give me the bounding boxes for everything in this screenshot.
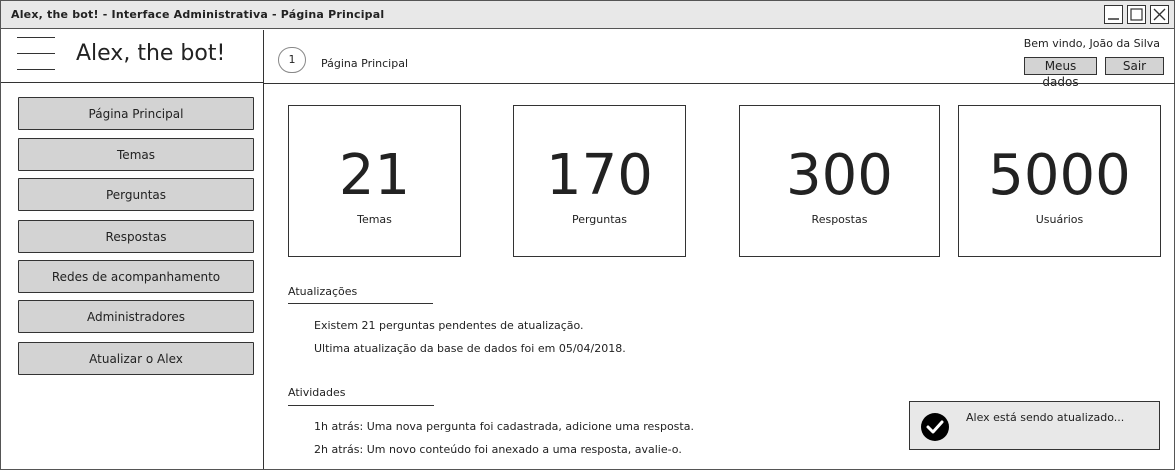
hamburger-icon[interactable]	[17, 37, 55, 71]
update-toast: Alex está sendo atualizado...	[909, 401, 1160, 450]
header-divider	[264, 83, 1175, 84]
app-window: Alex, the bot! - Interface Administrativ…	[0, 0, 1175, 470]
brand-title: Alex, the bot!	[76, 41, 226, 66]
toast-message: Alex está sendo atualizado...	[966, 411, 1125, 424]
minimize-button[interactable]	[1104, 5, 1123, 24]
maximize-button[interactable]	[1127, 5, 1146, 24]
activities-divider	[288, 405, 434, 406]
activity-item: 2h atrás: Um novo conteúdo foi anexado a…	[314, 443, 682, 456]
close-icon	[1153, 8, 1166, 21]
sidebar-item-perguntas[interactable]: Perguntas	[18, 178, 254, 211]
updates-title: Atualizações	[288, 285, 358, 298]
sidebar-item-respostas[interactable]: Respostas	[18, 220, 254, 253]
stat-label: Usuários	[1035, 213, 1084, 226]
stat-label: Temas	[357, 213, 392, 226]
maximize-icon	[1130, 8, 1143, 21]
my-data-button[interactable]: Meus dados	[1024, 57, 1097, 89]
logout-button[interactable]: Sair	[1105, 57, 1164, 75]
minimize-icon	[1108, 18, 1119, 20]
close-button[interactable]	[1150, 5, 1169, 24]
updates-line: Ultima atualização da base de dados foi …	[314, 342, 626, 355]
updates-divider	[288, 303, 433, 304]
stat-label: Respostas	[811, 213, 868, 226]
stat-label: Perguntas	[571, 213, 628, 226]
sidebar-item-administradores[interactable]: Administradores	[18, 300, 254, 333]
stat-card-perguntas[interactable]: 170 Perguntas	[513, 105, 686, 257]
stat-card-usuarios[interactable]: 5000 Usuários	[958, 105, 1161, 257]
breadcrumb: Página Principal	[321, 57, 409, 70]
breadcrumb-number: 1	[278, 47, 306, 73]
activity-item: 1h atrás: Uma nova pergunta foi cadastra…	[314, 420, 694, 433]
stat-card-respostas[interactable]: 300 Respostas	[739, 105, 940, 257]
sidebar: Alex, the bot! Página Principal Temas Pe…	[1, 30, 264, 469]
sidebar-item-pagina-principal[interactable]: Página Principal	[18, 97, 254, 130]
stat-value: 300	[786, 143, 893, 208]
activities-title: Atividades	[288, 386, 346, 399]
sidebar-item-atualizar[interactable]: Atualizar o Alex	[18, 342, 254, 375]
stat-value: 21	[338, 143, 411, 208]
sidebar-item-temas[interactable]: Temas	[18, 138, 254, 171]
brand-row: Alex, the bot!	[1, 30, 263, 83]
stat-value: 5000	[988, 143, 1131, 208]
sidebar-item-redes[interactable]: Redes de acompanhamento	[18, 260, 254, 293]
stat-card-temas[interactable]: 21 Temas	[288, 105, 461, 257]
welcome-text: Bem vindo, João da Silva	[1023, 37, 1160, 50]
window-title: Alex, the bot! - Interface Administrativ…	[11, 8, 385, 21]
stat-value: 170	[546, 143, 653, 208]
title-bar: Alex, the bot! - Interface Administrativ…	[1, 1, 1174, 29]
check-circle-icon	[921, 413, 949, 441]
updates-line: Existem 21 perguntas pendentes de atuali…	[314, 319, 584, 332]
